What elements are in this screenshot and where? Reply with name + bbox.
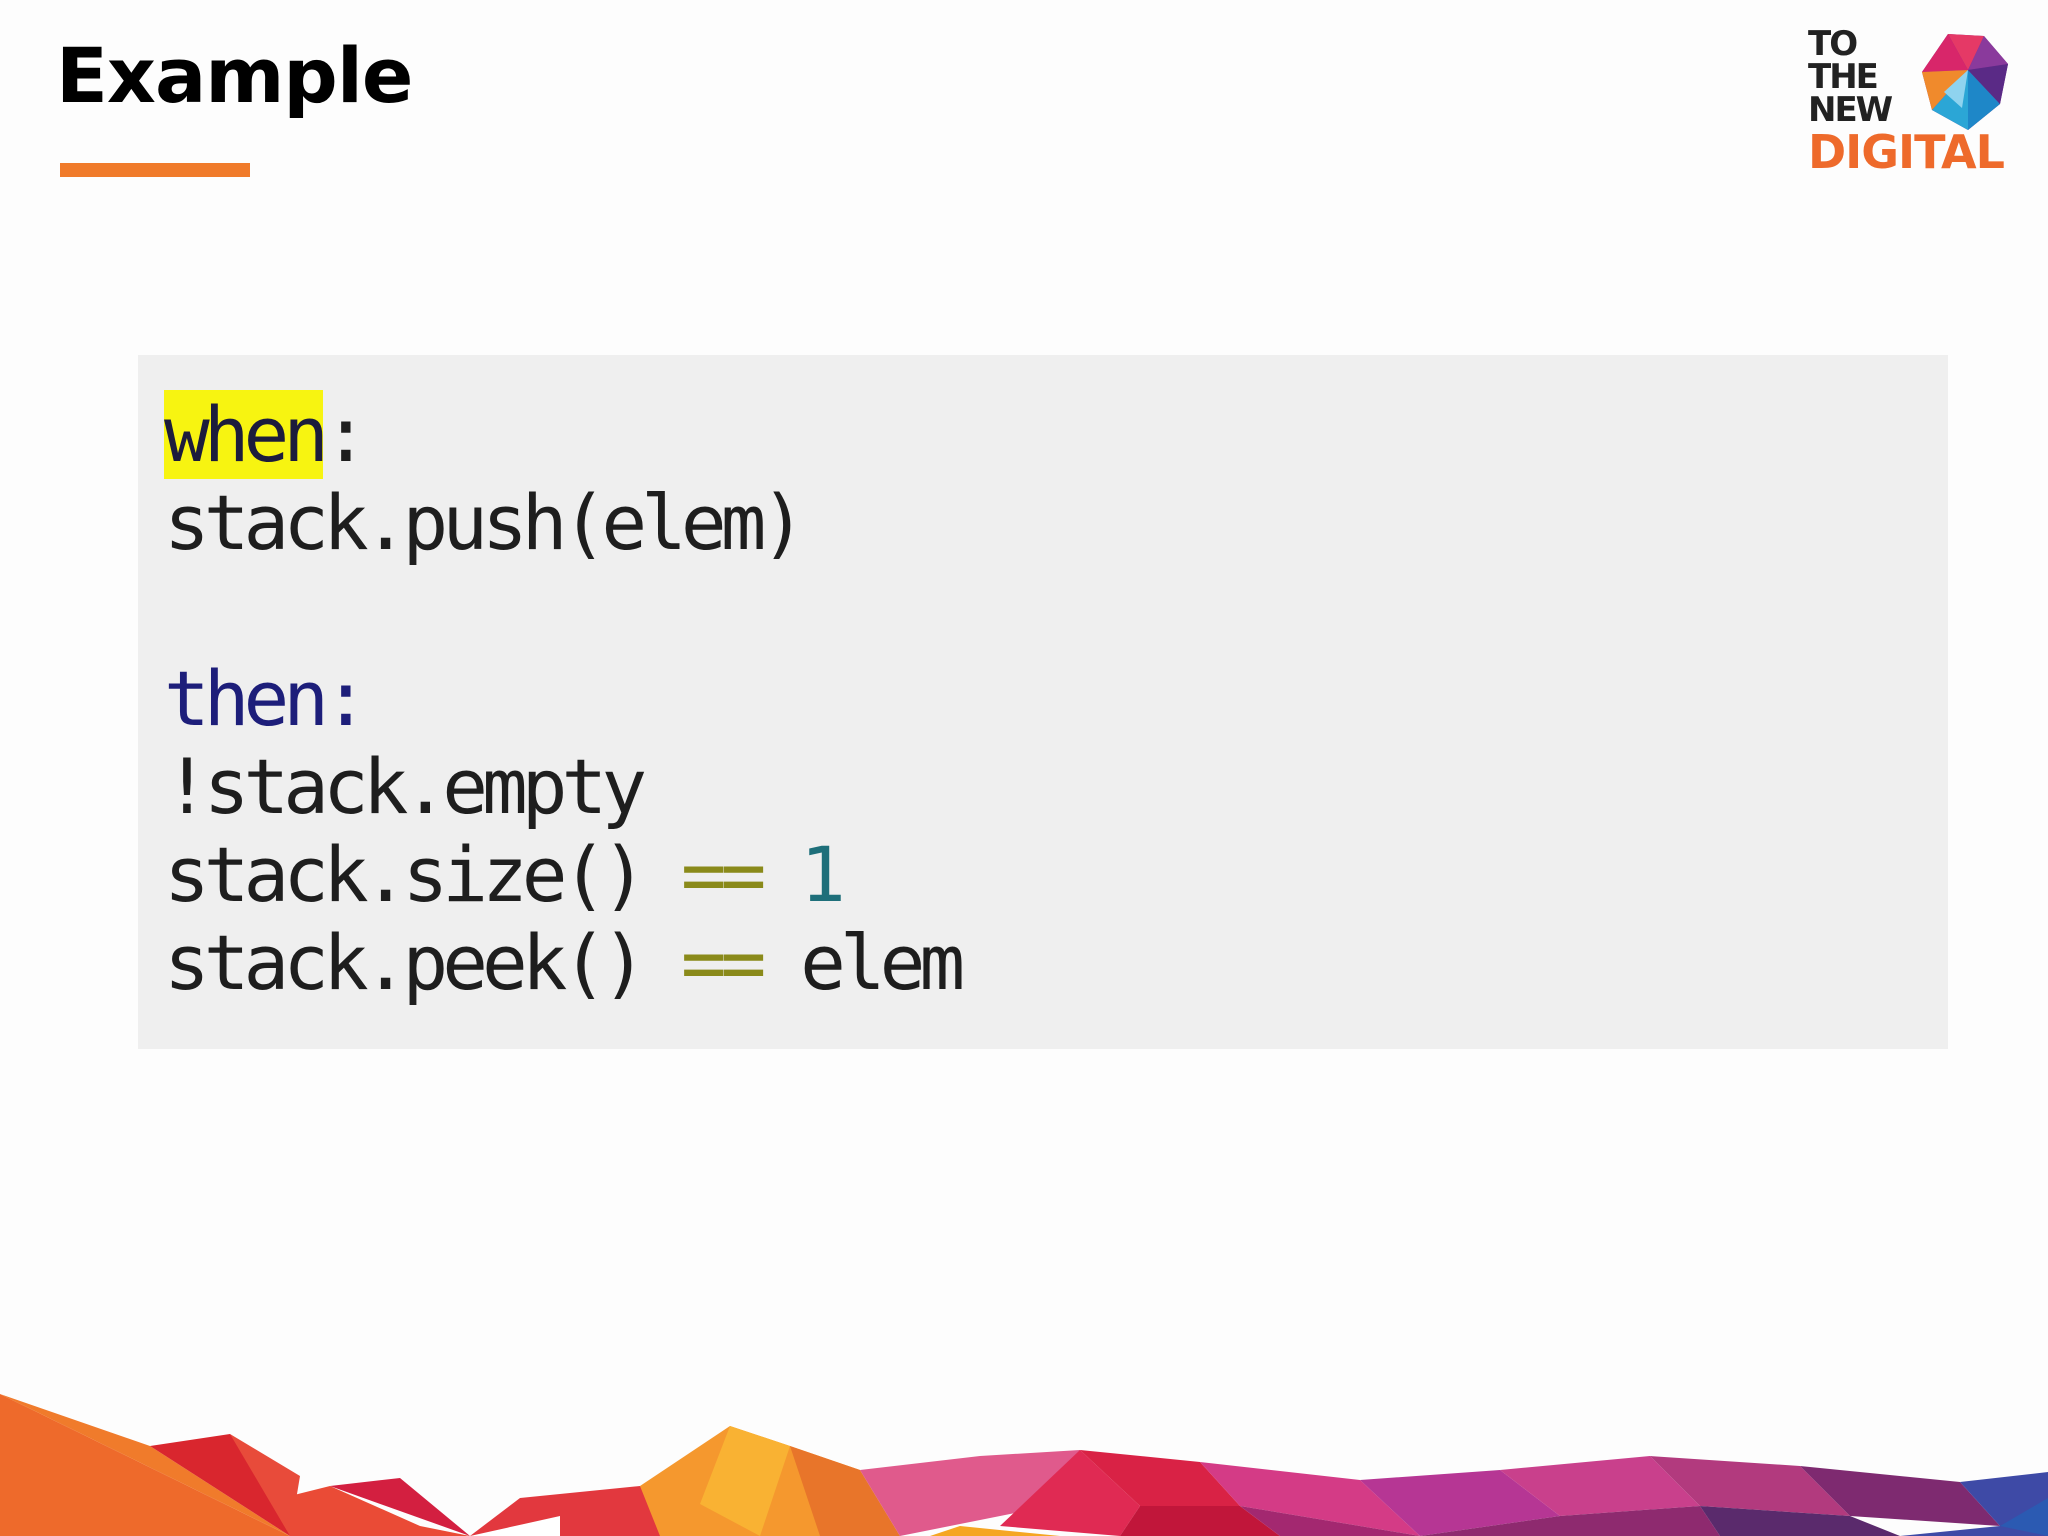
- code-identifier: elem: [800, 918, 965, 1007]
- code-expression: stack.size(): [164, 830, 647, 919]
- slide-title: Example: [56, 31, 413, 120]
- code-snippet-panel: when: stack.push(elem) then: !stack.empt…: [138, 355, 1948, 1049]
- footer-polygon-art: [0, 1394, 2048, 1536]
- code-expression: stack.peek(): [164, 918, 647, 1007]
- logo-gem-icon: [1922, 34, 2008, 130]
- keyword-then: then: [164, 654, 329, 743]
- colon: :: [323, 390, 369, 479]
- code-line-peek: stack.peek() == elem: [164, 923, 965, 1003]
- code-line-size: stack.size() == 1: [164, 835, 846, 915]
- colon: :: [323, 654, 369, 743]
- title-underline: [60, 163, 250, 177]
- code-line-when: when:: [164, 390, 369, 479]
- equality-operator: ==: [680, 830, 766, 919]
- number-literal: 1: [800, 830, 846, 919]
- company-logo: TO THE NEW DIGITAL: [1808, 27, 2018, 188]
- equality-operator: ==: [680, 918, 766, 1007]
- code-line-empty: !stack.empty: [164, 742, 647, 831]
- logo-line-digital: DIGITAL: [1808, 125, 2005, 179]
- code-line-then: then:: [164, 659, 369, 739]
- code-line-push: stack.push(elem): [164, 478, 806, 567]
- keyword-when: when: [164, 390, 329, 479]
